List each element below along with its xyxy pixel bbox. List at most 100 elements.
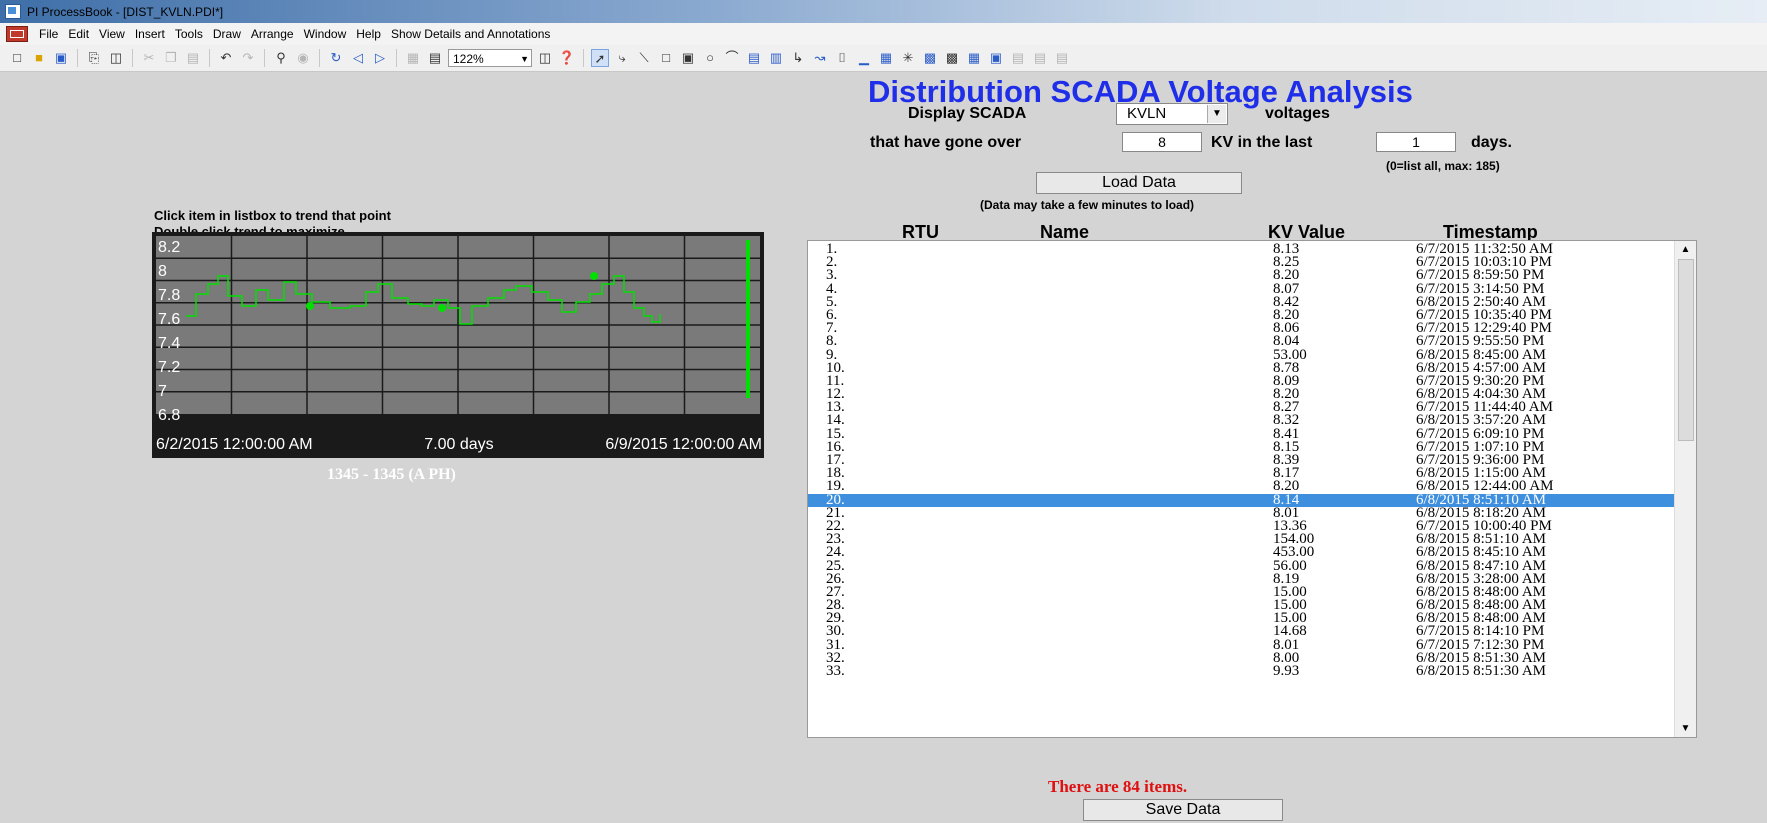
trend-x-start: 6/2/2015 12:00:00 AM [156,436,313,453]
trend-spike [746,240,750,398]
list-item[interactable]: 14. 8.32 6/8/2015 3:57:20 AM [808,413,1674,428]
y-tick-label: 7.4 [158,335,180,352]
list-item[interactable]: 10. 8.78 6/8/2015 4:57:00 AM [808,360,1674,375]
window-icon[interactable]: ▤ [426,49,444,67]
edit-tool-icon[interactable]: ⤷ [613,49,631,67]
trend-x-end: 6/9/2015 12:00:00 AM [605,436,762,453]
bar-tool-icon[interactable]: ▥ [767,49,785,67]
table-tool-icon[interactable]: ▦ [965,49,983,67]
full-screen-icon[interactable]: ◫ [536,49,554,67]
disabled-tool-3-icon[interactable]: ▤ [1053,49,1071,67]
menu-window[interactable]: Window [299,27,352,41]
menu-draw[interactable]: Draw [208,27,246,41]
menu-insert[interactable]: Insert [130,27,170,41]
list-item[interactable]: 2. 8.25 6/7/2015 10:03:10 PM [808,255,1674,270]
line-tool-icon[interactable]: ⟍ [635,49,653,67]
trend-tool-icon[interactable]: ↝ [811,49,829,67]
row-timestamp: 6/8/2015 8:51:30 AM [1416,663,1547,679]
symbol-tool-icon[interactable]: ✳ [899,49,917,67]
trend-chart[interactable]: 8.2 8 7.8 7.6 7.4 7.2 7 6.8 [152,232,764,458]
binoculars-icon[interactable]: ◉ [294,49,312,67]
days-input[interactable]: 1 [1376,132,1456,152]
back-icon[interactable]: ◁ [349,49,367,67]
scada-type-select[interactable]: KVLN ▼ [1116,103,1228,125]
trend-marker [590,272,598,280]
chart-tool-icon[interactable]: ▁ [855,49,873,67]
menu-tools[interactable]: Tools [170,27,208,41]
trend-plot: 8.2 8 7.8 7.6 7.4 7.2 7 6.8 [156,236,760,424]
embedded-object-icon[interactable]: ▣ [987,49,1005,67]
chevron-down-icon: ▼ [1207,105,1226,123]
menu-arrange[interactable]: Arrange [246,27,299,41]
list-item[interactable]: 33. 9.93 6/8/2015 8:51:30 AM [808,663,1674,679]
scada-type-value: KVLN [1127,105,1167,122]
help-pointer-icon[interactable]: ❓ [558,49,576,67]
row-number: 33. [826,663,845,679]
list-item[interactable]: 7. 8.06 6/7/2015 12:29:40 PM [808,321,1674,336]
days-label: days. [1471,134,1512,151]
trend-x-span: 7.00 days [424,436,494,453]
image-tool-icon[interactable]: ▦ [877,49,895,67]
scroll-thumb[interactable] [1678,259,1694,441]
document-icon[interactable] [6,26,28,42]
grid-icon[interactable]: ▦ [404,49,422,67]
disabled-tool-2-icon[interactable]: ▤ [1031,49,1049,67]
y-tick-label: 7.8 [158,287,180,304]
y-tick-label: 7 [158,383,167,400]
forward-icon[interactable]: ▷ [371,49,389,67]
redo-icon[interactable]: ↷ [239,49,257,67]
menu-edit[interactable]: Edit [63,27,94,41]
trend-marker [438,304,446,312]
y-tick-label: 8 [158,263,167,280]
ellipse-tool-icon[interactable]: ○ [701,49,719,67]
disabled-tool-1-icon[interactable]: ▤ [1009,49,1027,67]
list-item[interactable]: 15. 8.41 6/7/2015 6:09:10 PM [808,426,1674,441]
save-data-button[interactable]: Save Data [1083,799,1283,821]
multistate-tool-icon[interactable]: ⌷ [833,49,851,67]
trend-x-axis: 6/2/2015 12:00:00 AM 7.00 days 6/9/2015 … [156,436,762,454]
print-icon[interactable]: ⎘ [85,49,103,67]
window-title: PI ProcessBook - [DIST_KVLN.PDI*] [27,4,224,19]
menu-show-details[interactable]: Show Details and Annotations [386,27,555,41]
list-item[interactable]: 30. 14.68 6/7/2015 8:14:10 PM [808,624,1674,639]
scroll-down-icon[interactable]: ▼ [1675,720,1696,737]
save-icon[interactable]: ▣ [52,49,70,67]
list-item[interactable]: 3. 8.20 6/7/2015 8:59:50 PM [808,268,1674,283]
copy-icon[interactable]: ❐ [162,49,180,67]
list-item[interactable]: 16. 8.15 6/7/2015 1:07:10 PM [808,439,1674,454]
processbook-app-icon [5,4,21,19]
row-kv-value: 9.93 [1273,663,1300,679]
find-icon[interactable]: ⚲ [272,49,290,67]
new-file-icon[interactable]: □ [8,49,26,67]
value-tool-icon[interactable]: ▤ [745,49,763,67]
select-arrow-icon[interactable]: ➚ [591,49,609,67]
y-tick-label: 7.6 [158,311,180,328]
trend-hint-click: Click item in listbox to trend that poin… [154,208,391,223]
trend-caption: 1345 - 1345 (A PH) [327,466,456,483]
open-folder-icon[interactable]: ■ [30,49,48,67]
refresh-icon[interactable]: ↻ [327,49,345,67]
threshold-input[interactable]: 8 [1122,132,1202,152]
y-tick-label: 8.2 [158,239,180,256]
xy-plot-tool-icon[interactable]: ▩ [921,49,939,67]
list-item[interactable]: 29. 15.00 6/8/2015 8:48:00 AM [808,611,1674,626]
undo-icon[interactable]: ↶ [217,49,235,67]
gone-over-label: that have gone over [870,134,1022,151]
control-tool-icon[interactable]: ▩ [943,49,961,67]
rectangle-tool-icon[interactable]: □ [657,49,675,67]
menu-file[interactable]: File [34,27,63,41]
y-tick-label: 6.8 [158,407,180,424]
scroll-up-icon[interactable]: ▲ [1675,241,1696,258]
print-preview-icon[interactable]: ◫ [107,49,125,67]
voltage-listbox[interactable]: 1. 8.13 6/7/2015 11:32:50 AM 2. 8.25 6/7/2015… [807,240,1697,738]
menu-help[interactable]: Help [351,27,386,41]
menu-view[interactable]: View [94,27,130,41]
button-tool-icon[interactable]: ▣ [679,49,697,67]
paste-icon[interactable]: ▤ [184,49,202,67]
connector-tool-icon[interactable]: ↳ [789,49,807,67]
cut-icon[interactable]: ✂ [140,49,158,67]
load-data-button[interactable]: Load Data [1036,172,1242,194]
zoom-select[interactable]: 122% ▼ [448,49,532,67]
arc-tool-icon[interactable]: ⌒ [723,49,741,67]
listbox-scrollbar[interactable]: ▲ ▼ [1674,241,1696,737]
